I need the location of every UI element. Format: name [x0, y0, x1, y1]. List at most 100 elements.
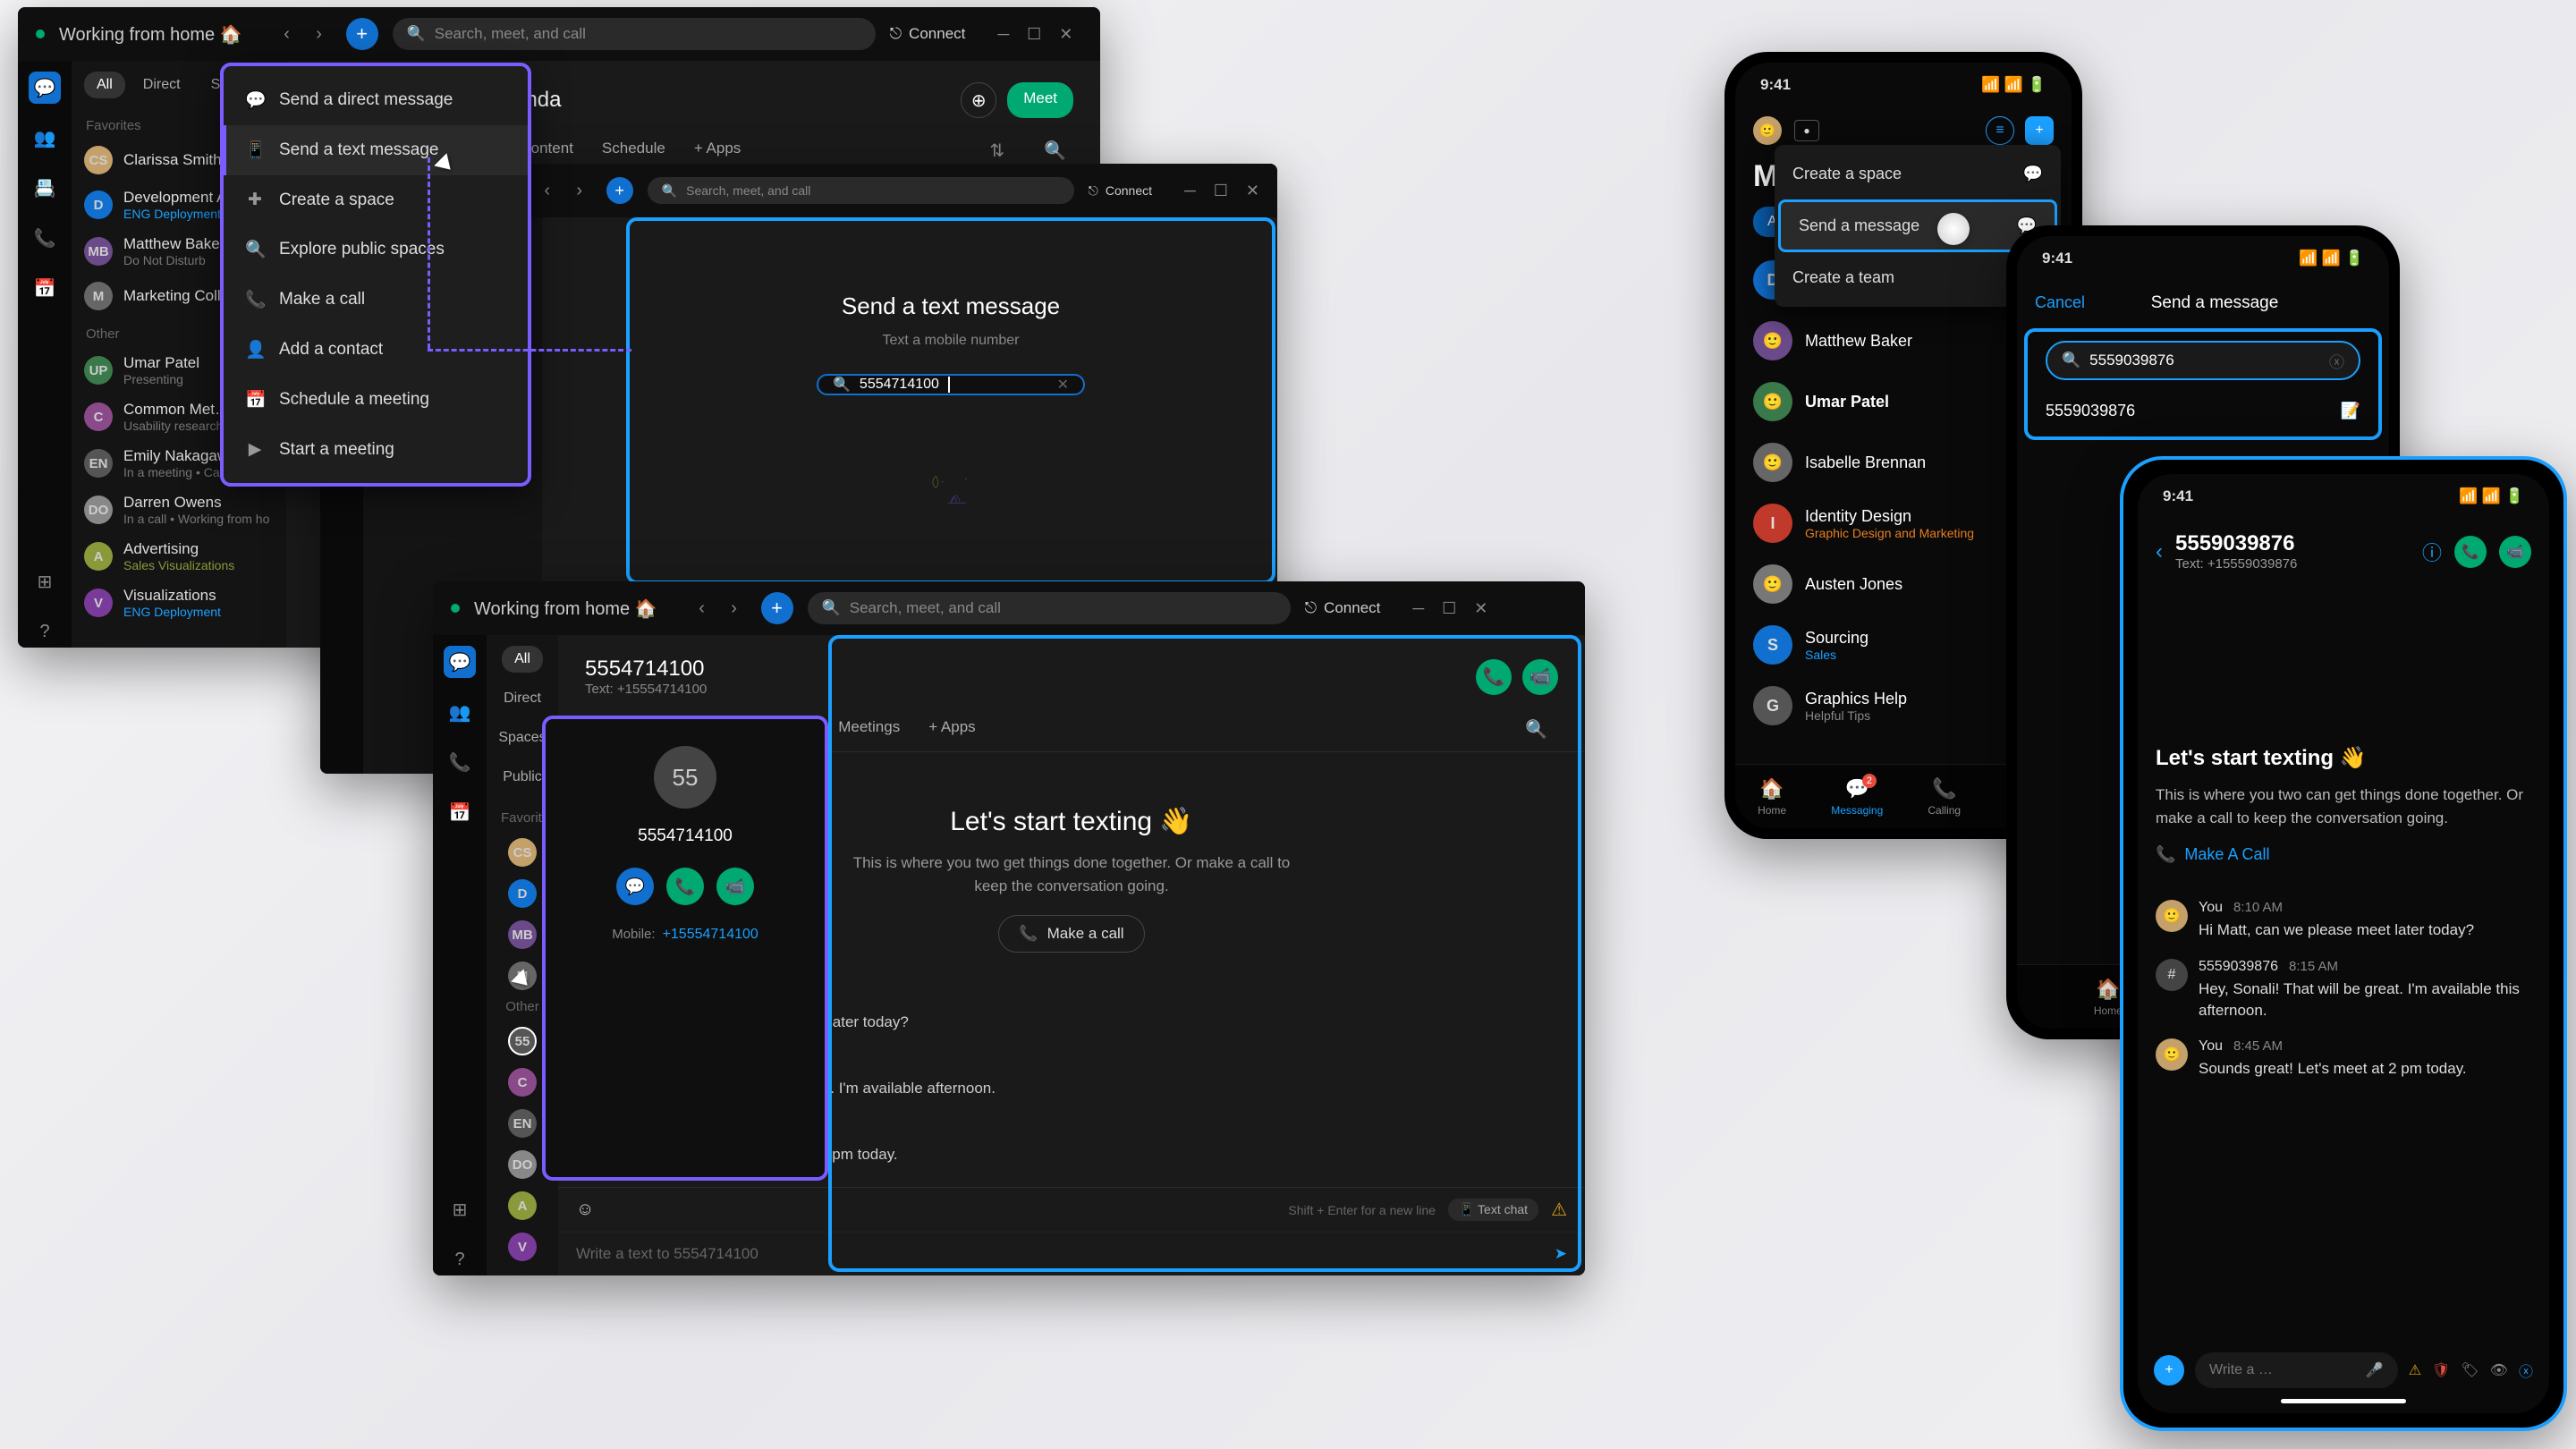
contact-avatar[interactable]: EN [508, 1109, 537, 1138]
compose-input[interactable]: Write a … 🎤 [2195, 1352, 2398, 1388]
info-icon[interactable]: ⓘ [2422, 538, 2442, 566]
contact-avatar-active[interactable]: 55 [508, 1027, 537, 1055]
menu-schedule-meeting[interactable]: 📅Schedule a meeting [224, 375, 528, 425]
status-text[interactable]: Working from home 🏠 [474, 597, 657, 620]
menu-send-direct-message[interactable]: 💬Send a direct message [224, 75, 528, 125]
rail-help-icon[interactable]: ? [444, 1243, 476, 1275]
eye-icon[interactable]: 👁 [2490, 1361, 2508, 1379]
contact-item[interactable]: VVisualizationsENG Deployment [72, 580, 286, 626]
emoji-icon[interactable]: ☺ [576, 1199, 594, 1220]
close-icon[interactable]: ⓧ [2519, 1360, 2533, 1381]
nav-home[interactable]: 🏠Home [2094, 978, 2123, 1017]
nav-calling[interactable]: 📞Calling [1928, 777, 1961, 817]
filter-all[interactable]: All [84, 72, 125, 98]
clear-icon[interactable]: ✕ [1057, 376, 1069, 394]
plus-button[interactable]: + [2025, 116, 2054, 145]
contact-avatar[interactable]: A [508, 1191, 537, 1220]
audio-call-button[interactable]: 📞 [1476, 659, 1512, 695]
compose-icon[interactable]: 📝 [2341, 402, 2360, 420]
forward-icon[interactable]: › [567, 178, 592, 203]
contact-avatar[interactable]: C [508, 1068, 537, 1097]
rail-teams-icon[interactable]: 👥 [29, 122, 61, 154]
back-icon[interactable]: ‹ [275, 21, 300, 47]
rail-apps-icon[interactable]: ⊞ [29, 565, 61, 597]
plus-button[interactable]: + [606, 177, 633, 204]
attachment-icon[interactable]: ⚠ [1551, 1199, 1567, 1221]
contact-avatar[interactable]: MB [508, 920, 537, 949]
back-icon[interactable]: ‹ [2156, 539, 2163, 564]
make-call-button[interactable]: 📞 Make a call [998, 915, 1144, 953]
rail-contacts-icon[interactable]: 📇 [29, 172, 61, 204]
mobile-link[interactable]: +15554714100 [663, 927, 758, 942]
cancel-button[interactable]: Cancel [2017, 281, 2103, 325]
audio-call-button[interactable]: 📞 [2454, 536, 2487, 568]
close-icon[interactable]: ✕ [1059, 25, 1072, 44]
record-icon[interactable]: ● [1794, 120, 1819, 141]
rail-teams-icon[interactable]: 👥 [444, 696, 476, 728]
connect-button[interactable]: ⎋ Connect [1089, 183, 1152, 199]
menu-create-space[interactable]: ✚Create a space [224, 175, 528, 225]
filter-icon[interactable]: ≡ [1986, 116, 2014, 145]
search-bar[interactable]: 🔍Search, meet, and call [648, 177, 1074, 204]
search-bar[interactable]: 🔍Search, meet, and call [808, 592, 1291, 624]
video-call-action[interactable]: 📹 [716, 868, 754, 905]
rail-meetings-icon[interactable]: 📅 [444, 796, 476, 828]
chat-action[interactable]: 💬 [616, 868, 654, 905]
menu-send-text-message[interactable]: 📱Send a text message [224, 125, 528, 175]
warn-icon[interactable]: ⚠ [2409, 1361, 2421, 1379]
plus-button[interactable]: + [761, 592, 793, 624]
plus-icon[interactable]: + [2154, 1355, 2184, 1385]
video-call-button[interactable]: 📹 [1522, 659, 1558, 695]
connect-button[interactable]: ⎋ Connect [1305, 599, 1381, 617]
nav-messaging[interactable]: 💬2Messaging [1831, 777, 1883, 817]
connect-button[interactable]: ⎋ Connect [890, 25, 966, 43]
nav-home[interactable]: 🏠Home [1758, 777, 1786, 817]
forward-icon[interactable]: › [722, 596, 747, 621]
composer-input[interactable]: Write a text to 5554714100 ➤ [558, 1232, 1585, 1275]
contact-avatar[interactable]: DO [508, 1150, 537, 1179]
shield-icon[interactable]: 🛡 [2432, 1361, 2450, 1379]
search-icon[interactable]: 🔍 [1514, 708, 1558, 751]
tab-meetings[interactable]: Meetings [836, 708, 902, 751]
video-call-button[interactable]: 📹 [2499, 536, 2531, 568]
phone-search-input[interactable]: 🔍 5559039876 ⓧ [2046, 341, 2360, 380]
rail-apps-icon[interactable]: ⊞ [444, 1193, 476, 1225]
mic-icon[interactable]: 🎤 [2366, 1361, 2384, 1379]
forward-icon[interactable]: › [307, 21, 332, 47]
rail-help-icon[interactable]: ? [29, 615, 61, 648]
menu-make-call[interactable]: 📞Make a call [224, 275, 528, 325]
search-result[interactable]: 5559039876 📝 [2028, 389, 2378, 433]
phone-number-input[interactable]: 🔍 5554714100 ✕ [817, 374, 1085, 395]
rail-messaging-icon[interactable]: 💬 [29, 72, 61, 104]
contact-avatar[interactable]: D [508, 879, 537, 908]
tab-apps[interactable]: + Apps [927, 708, 977, 751]
menu-explore-spaces[interactable]: 🔍Explore public spaces [224, 225, 528, 275]
rail-messaging-icon[interactable]: 💬 [444, 646, 476, 678]
contact-avatar[interactable]: V [508, 1233, 537, 1261]
clear-icon[interactable]: ⓧ [2329, 350, 2344, 372]
meet-button[interactable]: Meet [1007, 82, 1073, 118]
options-icon[interactable]: ⊕ [961, 82, 996, 118]
plus-button[interactable]: + [346, 18, 378, 50]
filter-direct[interactable]: Direct [131, 72, 193, 98]
rail-meetings-icon[interactable]: 📅 [29, 272, 61, 304]
menu-start-meeting[interactable]: ▶Start a meeting [224, 425, 528, 474]
contact-item[interactable]: DODarren OwensIn a call • Working from h… [72, 487, 286, 533]
text-chat-chip[interactable]: 📱 Text chat [1448, 1199, 1538, 1221]
rail-calling-icon[interactable]: 📞 [29, 222, 61, 254]
phone-chat-body[interactable]: Let's start texting 👋 This is where you … [2138, 584, 2549, 1342]
filter-direct[interactable]: Direct [491, 685, 554, 712]
rail-calling-icon[interactable]: 📞 [444, 746, 476, 778]
audio-call-action[interactable]: 📞 [666, 868, 704, 905]
filter-all[interactable]: All [502, 646, 543, 673]
contact-item[interactable]: AAdvertisingSales Visualizations [72, 533, 286, 580]
user-avatar[interactable]: 🙂 [1753, 116, 1782, 145]
home-indicator[interactable] [2281, 1399, 2406, 1403]
make-call-link[interactable]: 📞 Make A Call [2156, 845, 2531, 864]
maximize-icon[interactable]: ☐ [1027, 25, 1041, 44]
search-bar[interactable]: 🔍 Search, meet, and call [393, 18, 876, 50]
send-icon[interactable]: ➤ [1555, 1245, 1567, 1263]
contact-avatar[interactable]: CS [508, 838, 537, 867]
back-icon[interactable]: ‹ [690, 596, 715, 621]
minimize-icon[interactable]: ─ [997, 25, 1009, 44]
